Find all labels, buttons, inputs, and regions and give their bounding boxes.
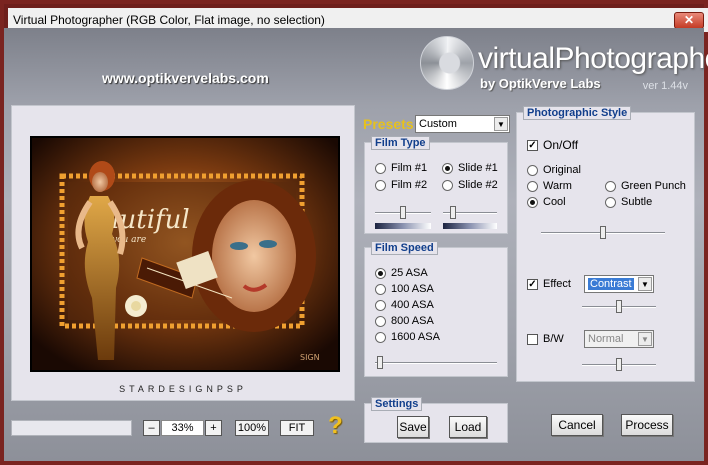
checkbox[interactable]: ✓ xyxy=(527,278,538,290)
film-gradient-bar xyxy=(375,223,431,229)
checkbox[interactable] xyxy=(527,333,538,345)
film-type-slider-2[interactable] xyxy=(443,205,497,221)
window-title: Virtual Photographer (RGB Color, Flat im… xyxy=(13,13,325,27)
radio-button[interactable] xyxy=(375,162,386,174)
preview-caption: STARDESIGNPSP xyxy=(119,384,247,394)
save-button[interactable]: Save xyxy=(397,416,429,438)
logo-name: virtualPhotographer xyxy=(478,42,708,75)
effect-slider[interactable] xyxy=(582,299,656,315)
zoom-fit-button[interactable]: FIT xyxy=(280,420,314,436)
bw-slider[interactable] xyxy=(582,357,656,373)
load-button[interactable]: Load xyxy=(449,416,487,438)
version-label: ver 1.44v xyxy=(642,80,688,92)
style-strength-slider[interactable] xyxy=(541,225,665,241)
app-logo: virtualPhotographer by OptikVerve Labs v… xyxy=(420,34,708,96)
film-type-slider-1[interactable] xyxy=(375,205,431,221)
style-onoff-checkbox[interactable]: ✓ On/Off xyxy=(527,138,578,152)
slider-thumb[interactable] xyxy=(600,226,606,239)
bw-value: Normal xyxy=(588,333,624,345)
effect-value: Contrast xyxy=(588,278,634,290)
radio-button[interactable] xyxy=(375,179,386,191)
film-type-slide2[interactable]: Slide #2 xyxy=(442,179,498,191)
radio-button[interactable] xyxy=(605,196,616,208)
zoom-100-button[interactable]: 100% xyxy=(235,420,269,436)
settings-title: Settings xyxy=(371,397,423,411)
style-subtle[interactable]: Subtle xyxy=(605,196,652,208)
style-original[interactable]: Original xyxy=(527,164,581,176)
film-type-film1[interactable]: Film #1 xyxy=(375,162,427,174)
chevron-down-icon: ▼ xyxy=(638,332,652,346)
photographic-style-title: Photographic Style xyxy=(523,106,632,120)
website-link: www.optikvervelabs.com xyxy=(102,70,269,86)
status-bar xyxy=(11,420,132,436)
settings-panel: Settings Save Load xyxy=(364,397,508,443)
logo-swirl-icon xyxy=(420,36,474,90)
slider-thumb[interactable] xyxy=(377,356,383,369)
zoom-level-field[interactable]: 33% xyxy=(161,420,204,436)
radio-button[interactable] xyxy=(375,299,386,311)
slide-gradient-bar xyxy=(443,223,497,229)
presets-value: Custom xyxy=(419,118,457,130)
film-speed-400[interactable]: 400 ASA xyxy=(375,299,434,311)
radio-button[interactable] xyxy=(527,196,538,208)
presets-select[interactable]: Custom ▼ xyxy=(415,115,510,133)
bw-select[interactable]: Normal ▼ xyxy=(584,330,654,348)
film-speed-slider[interactable] xyxy=(375,355,497,371)
preview-image[interactable]: autiful you are SIGN xyxy=(30,136,340,372)
process-button[interactable]: Process xyxy=(621,414,673,436)
effect-select[interactable]: Contrast ▼ xyxy=(584,275,654,293)
slider-thumb[interactable] xyxy=(450,206,456,219)
film-speed-panel: Film Speed 25 ASA 100 ASA 400 ASA 800 AS… xyxy=(364,241,508,377)
slider-thumb[interactable] xyxy=(616,358,622,371)
film-speed-25[interactable]: 25 ASA xyxy=(375,267,428,279)
film-speed-1600[interactable]: 1600 ASA xyxy=(375,331,440,343)
checkbox[interactable]: ✓ xyxy=(527,139,538,151)
radio-button[interactable] xyxy=(527,180,538,192)
zoom-out-button[interactable]: – xyxy=(143,420,160,436)
plugin-dialog: www.optikvervelabs.com virtualPhotograph… xyxy=(4,28,708,461)
slider-thumb[interactable] xyxy=(400,206,406,219)
photographic-style-panel: Photographic Style ✓ On/Off Original Warm… xyxy=(516,106,695,382)
radio-button[interactable] xyxy=(442,179,453,191)
slider-thumb[interactable] xyxy=(616,300,622,313)
help-icon[interactable]: ? xyxy=(328,412,343,440)
film-speed-title: Film Speed xyxy=(371,241,438,255)
style-warm[interactable]: Warm xyxy=(527,180,572,192)
radio-button[interactable] xyxy=(605,180,616,192)
radio-button[interactable] xyxy=(375,267,386,279)
preview-panel: autiful you are SIGN xyxy=(11,105,355,401)
radio-button[interactable] xyxy=(442,162,453,174)
film-speed-100[interactable]: 100 ASA xyxy=(375,283,434,295)
logo-by: by OptikVerve Labs xyxy=(480,76,601,91)
radio-button[interactable] xyxy=(375,331,386,343)
film-type-panel: Film Type Film #1 Slide #1 Film #2 Slide… xyxy=(364,136,508,234)
radio-button[interactable] xyxy=(375,315,386,327)
film-type-slide1[interactable]: Slide #1 xyxy=(442,162,498,174)
zoom-in-button[interactable]: + xyxy=(205,420,222,436)
chevron-down-icon: ▼ xyxy=(638,277,652,291)
preview-artwork: autiful you are SIGN xyxy=(32,138,338,370)
close-button[interactable]: ✕ xyxy=(674,12,704,29)
chevron-down-icon: ▼ xyxy=(494,117,508,131)
style-green-punch[interactable]: Green Punch xyxy=(605,180,686,192)
svg-text:SIGN: SIGN xyxy=(300,353,320,362)
radio-button[interactable] xyxy=(375,283,386,295)
svg-text:you are: you are xyxy=(111,235,146,245)
film-speed-800[interactable]: 800 ASA xyxy=(375,315,434,327)
effect-checkbox[interactable]: ✓ Effect xyxy=(527,278,571,290)
radio-button[interactable] xyxy=(527,164,538,176)
presets-label: Presets xyxy=(363,116,414,132)
style-cool[interactable]: Cool xyxy=(527,196,566,208)
bw-checkbox[interactable]: B/W xyxy=(527,333,564,345)
film-type-film2[interactable]: Film #2 xyxy=(375,179,427,191)
film-type-title: Film Type xyxy=(371,136,430,150)
cancel-button[interactable]: Cancel xyxy=(551,414,603,436)
